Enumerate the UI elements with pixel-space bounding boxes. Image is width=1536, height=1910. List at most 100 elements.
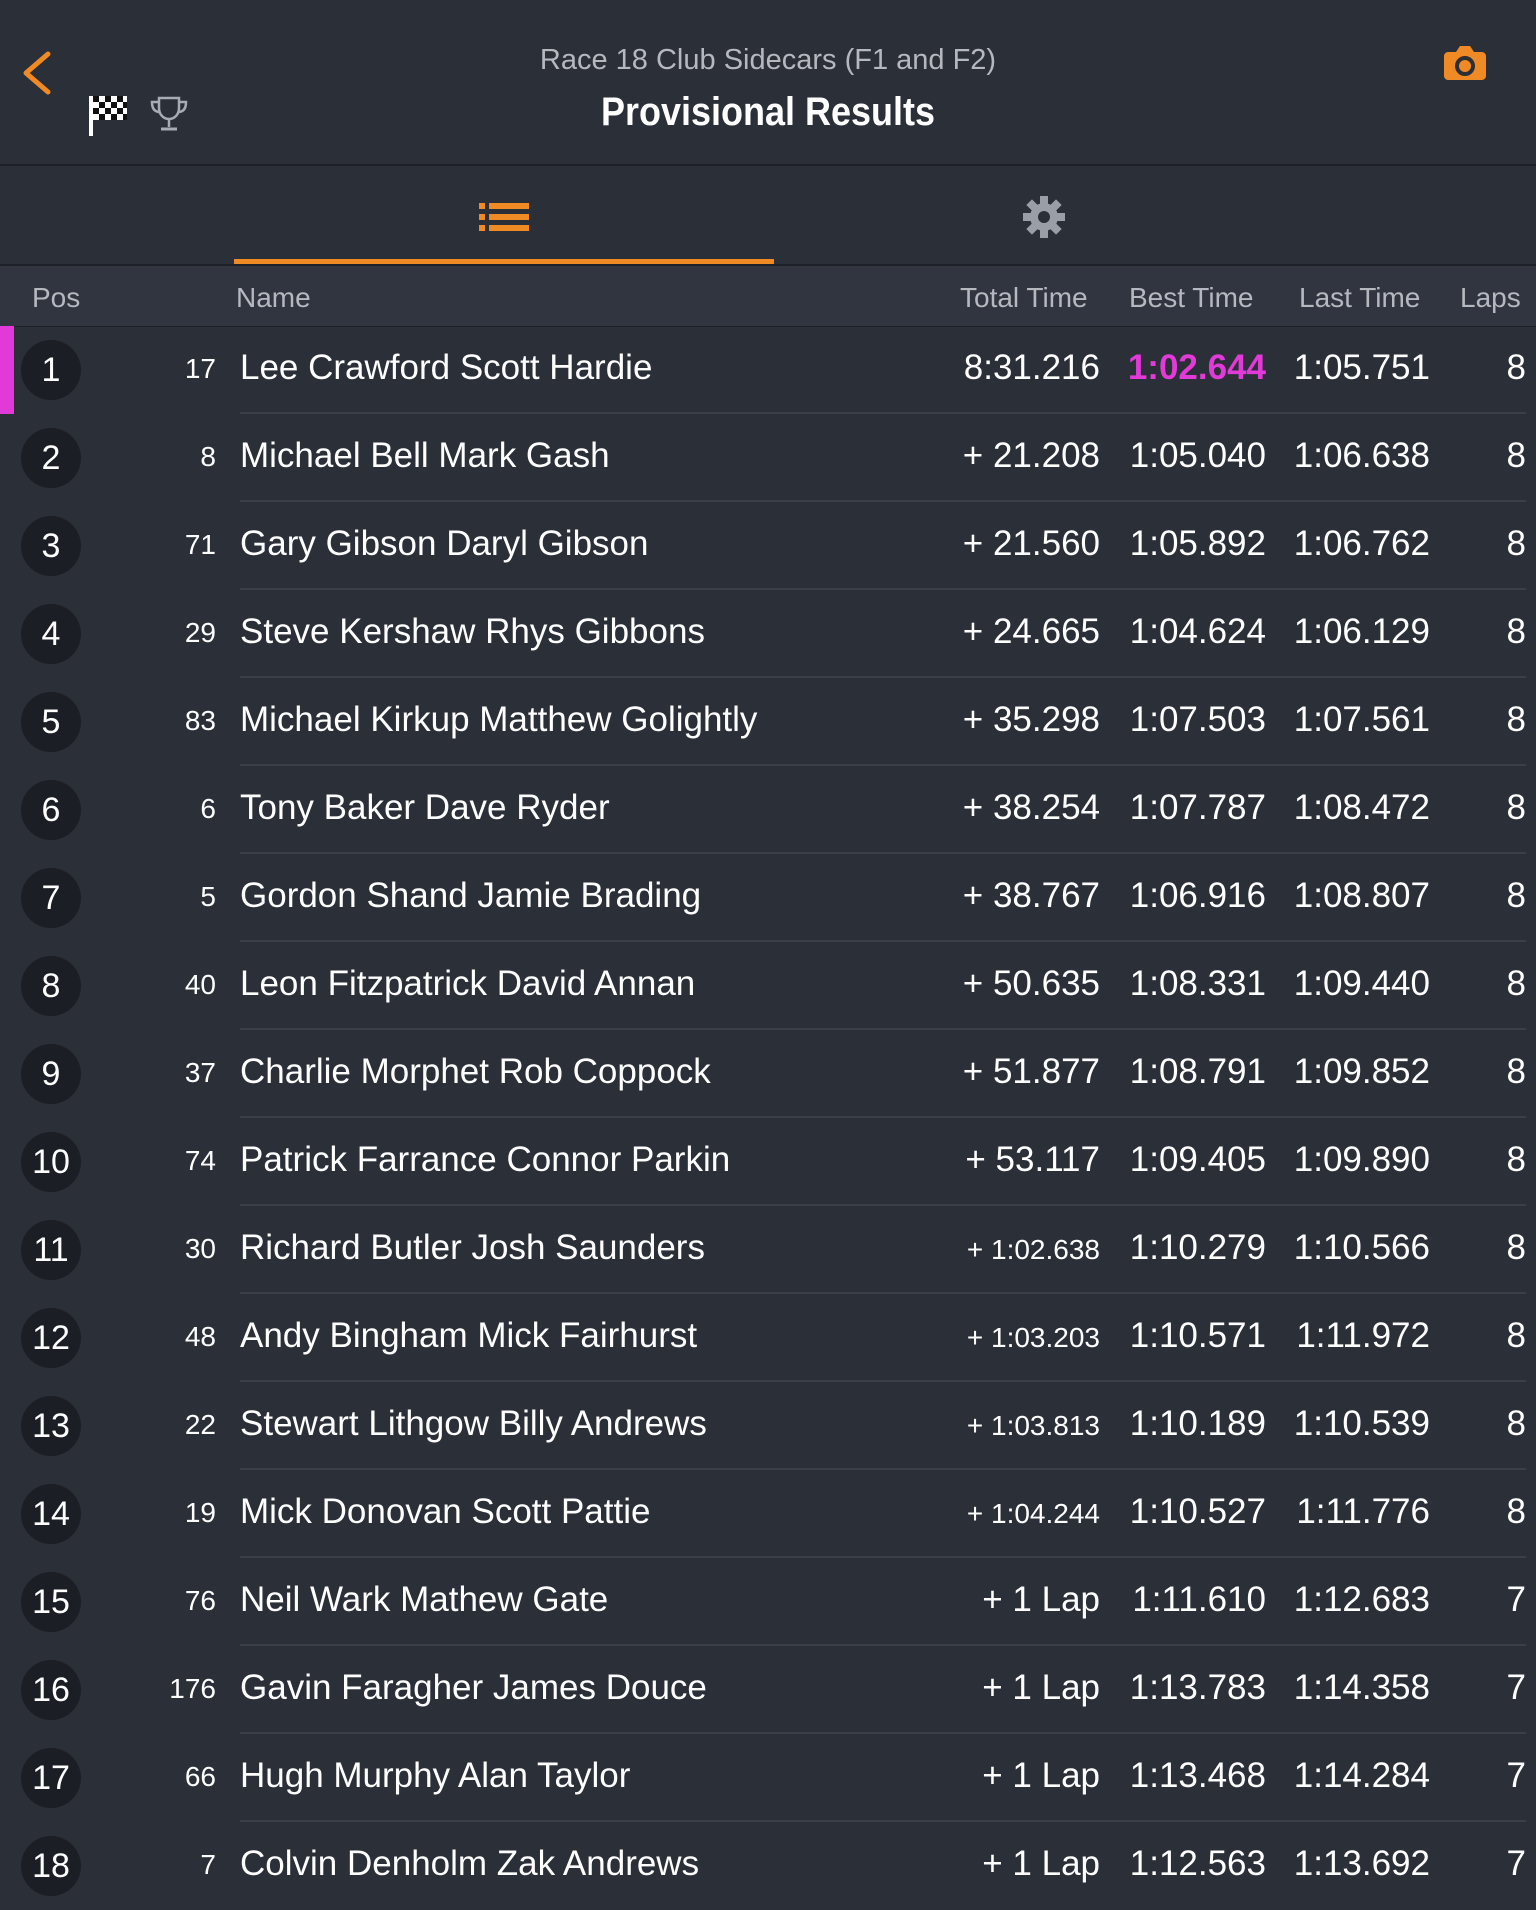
total-time: + 1:03.203 xyxy=(966,1322,1100,1353)
rider-names: Patrick Farrance Connor Parkin xyxy=(240,1140,731,1179)
total-time: + 1:04.244 xyxy=(966,1498,1100,1529)
table-row[interactable]: 12 48 Andy Bingham Mick Fairhurst + 1:03.20… xyxy=(0,1294,1536,1382)
rider-names: Michael Kirkup Matthew Golightly xyxy=(240,700,758,739)
total-time: + 1 Lap xyxy=(982,1668,1100,1707)
rider-names: Steve Kershaw Rhys Gibbons xyxy=(240,612,705,651)
table-row[interactable]: 17 66 Hugh Murphy Alan Taylor + 1 Lap 1:13.4… xyxy=(0,1734,1536,1822)
tab-settings[interactable] xyxy=(774,166,1314,264)
table-row[interactable]: 5 83 Michael Kirkup Matthew Golightly + 35.… xyxy=(0,678,1536,766)
laps-count: 7 xyxy=(1506,1668,1526,1707)
header-total-time[interactable]: Total Time xyxy=(960,282,1088,314)
tab-results-list[interactable] xyxy=(234,166,774,264)
total-time: + 38.767 xyxy=(962,876,1100,915)
best-time: 1:10.189 xyxy=(1129,1404,1266,1443)
last-time: 1:09.890 xyxy=(1293,1140,1430,1179)
header-laps[interactable]: Laps xyxy=(1460,282,1521,314)
laps-count: 8 xyxy=(1506,348,1526,387)
last-time: 1:06.638 xyxy=(1293,436,1430,475)
active-tab-indicator xyxy=(234,259,774,264)
race-number: 40 xyxy=(184,969,216,1000)
position-badge: 18 xyxy=(21,1836,81,1896)
position-badge: 8 xyxy=(21,956,81,1016)
position-badge: 10 xyxy=(21,1132,81,1192)
table-row[interactable]: 16 176 Gavin Faragher James Douce + 1 Lap 1:… xyxy=(0,1646,1536,1734)
gear-icon xyxy=(1023,196,1065,238)
total-time: 8:31.216 xyxy=(963,348,1100,387)
last-time: 1:06.129 xyxy=(1293,612,1430,651)
last-time: 1:10.566 xyxy=(1293,1228,1430,1267)
laps-count: 8 xyxy=(1506,436,1526,475)
rider-names: Gordon Shand Jamie Brading xyxy=(240,876,702,915)
rider-names: Leon Fitzpatrick David Annan xyxy=(240,964,696,1003)
position-badge: 11 xyxy=(21,1220,81,1280)
list-icon xyxy=(479,203,529,231)
race-number: 37 xyxy=(184,1057,216,1088)
last-time: 1:14.358 xyxy=(1293,1668,1430,1707)
header-best-time[interactable]: Best Time xyxy=(1129,282,1253,314)
rider-names: Andy Bingham Mick Fairhurst xyxy=(240,1316,698,1355)
race-number: 71 xyxy=(184,529,216,560)
best-time: 1:08.791 xyxy=(1129,1052,1266,1091)
header-pos[interactable]: Pos xyxy=(32,282,80,314)
best-time: 1:07.787 xyxy=(1129,788,1266,827)
total-time: + 1:02.638 xyxy=(966,1234,1100,1265)
rider-names: Mick Donovan Scott Pattie xyxy=(240,1492,651,1531)
total-time: + 38.254 xyxy=(962,788,1100,827)
table-row[interactable]: 1 17 Lee Crawford Scott Hardie 8:31.216 1:02… xyxy=(0,326,1536,414)
last-time: 1:12.683 xyxy=(1293,1580,1430,1619)
best-time: 1:10.571 xyxy=(1129,1316,1266,1355)
position-badge: 4 xyxy=(21,604,81,664)
camera-button[interactable] xyxy=(1440,40,1490,84)
tab-bar xyxy=(0,166,1536,266)
table-row[interactable]: 10 74 Patrick Farrance Connor Parkin + 53.1… xyxy=(0,1118,1536,1206)
rider-names: Richard Butler Josh Saunders xyxy=(240,1228,705,1267)
last-time: 1:10.539 xyxy=(1293,1404,1430,1443)
best-time: 1:06.916 xyxy=(1129,876,1266,915)
table-row[interactable]: 13 22 Stewart Lithgow Billy Andrews + 1:03.… xyxy=(0,1382,1536,1470)
table-row[interactable]: 11 30 Richard Butler Josh Saunders + 1:02.6… xyxy=(0,1206,1536,1294)
race-number: 30 xyxy=(184,1233,216,1264)
rider-names: Hugh Murphy Alan Taylor xyxy=(240,1756,631,1795)
total-time: + 21.208 xyxy=(962,436,1100,475)
table-row[interactable]: 3 71 Gary Gibson Daryl Gibson + 21.560 1:05.… xyxy=(0,502,1536,590)
fastest-lap-marker xyxy=(0,326,14,414)
laps-count: 8 xyxy=(1506,524,1526,563)
total-time: + 50.635 xyxy=(962,964,1100,1003)
total-time: + 1:03.813 xyxy=(966,1410,1100,1441)
header: Race 18 Club Sidecars (F1 and F2) Provis… xyxy=(0,0,1536,166)
table-row[interactable]: 15 76 Neil Wark Mathew Gate + 1 Lap 1:11.610… xyxy=(0,1558,1536,1646)
table-row[interactable]: 2 8 Michael Bell Mark Gash + 21.208 1:05.040… xyxy=(0,414,1536,502)
last-time: 1:06.762 xyxy=(1293,524,1430,563)
best-time: 1:11.610 xyxy=(1132,1580,1266,1619)
header-last-time[interactable]: Last Time xyxy=(1299,282,1420,314)
best-time: 1:08.331 xyxy=(1129,964,1266,1003)
rider-names: Stewart Lithgow Billy Andrews xyxy=(240,1404,707,1443)
race-subtitle: Race 18 Club Sidecars (F1 and F2) xyxy=(539,44,997,76)
laps-count: 7 xyxy=(1506,1844,1526,1883)
results-table: 1 17 Lee Crawford Scott Hardie 8:31.216 1:02… xyxy=(0,326,1536,1910)
total-time: + 51.877 xyxy=(962,1052,1100,1091)
laps-count: 8 xyxy=(1506,788,1526,827)
table-row[interactable]: 6 6 Tony Baker Dave Ryder + 38.254 1:07.787 1… xyxy=(0,766,1536,854)
laps-count: 8 xyxy=(1506,612,1526,651)
rider-names: Gavin Faragher James Douce xyxy=(240,1668,707,1707)
table-row[interactable]: 8 40 Leon Fitzpatrick David Annan + 50.635 1… xyxy=(0,942,1536,1030)
table-row[interactable]: 14 19 Mick Donovan Scott Pattie + 1:04.244 1… xyxy=(0,1470,1536,1558)
race-number: 29 xyxy=(184,617,216,648)
table-row[interactable]: 4 29 Steve Kershaw Rhys Gibbons + 24.665 1:0… xyxy=(0,590,1536,678)
position-badge: 14 xyxy=(21,1484,81,1544)
total-time: + 1 Lap xyxy=(982,1756,1100,1795)
rider-names: Charlie Morphet Rob Coppock xyxy=(240,1052,711,1091)
header-name[interactable]: Name xyxy=(236,282,311,314)
table-row[interactable]: 18 7 Colvin Denholm Zak Andrews + 1 Lap 1:12… xyxy=(0,1822,1536,1910)
best-time: 1:05.040 xyxy=(1129,436,1266,475)
last-time: 1:08.807 xyxy=(1293,876,1430,915)
table-row[interactable]: 9 37 Charlie Morphet Rob Coppock + 51.877 1:… xyxy=(0,1030,1536,1118)
laps-count: 8 xyxy=(1506,1316,1526,1355)
total-time: + 35.298 xyxy=(962,700,1100,739)
last-time: 1:05.751 xyxy=(1293,348,1430,387)
last-time: 1:11.972 xyxy=(1296,1316,1430,1355)
rider-names: Michael Bell Mark Gash xyxy=(240,436,610,475)
table-row[interactable]: 7 5 Gordon Shand Jamie Brading + 38.767 1:06… xyxy=(0,854,1536,942)
laps-count: 8 xyxy=(1506,1140,1526,1179)
